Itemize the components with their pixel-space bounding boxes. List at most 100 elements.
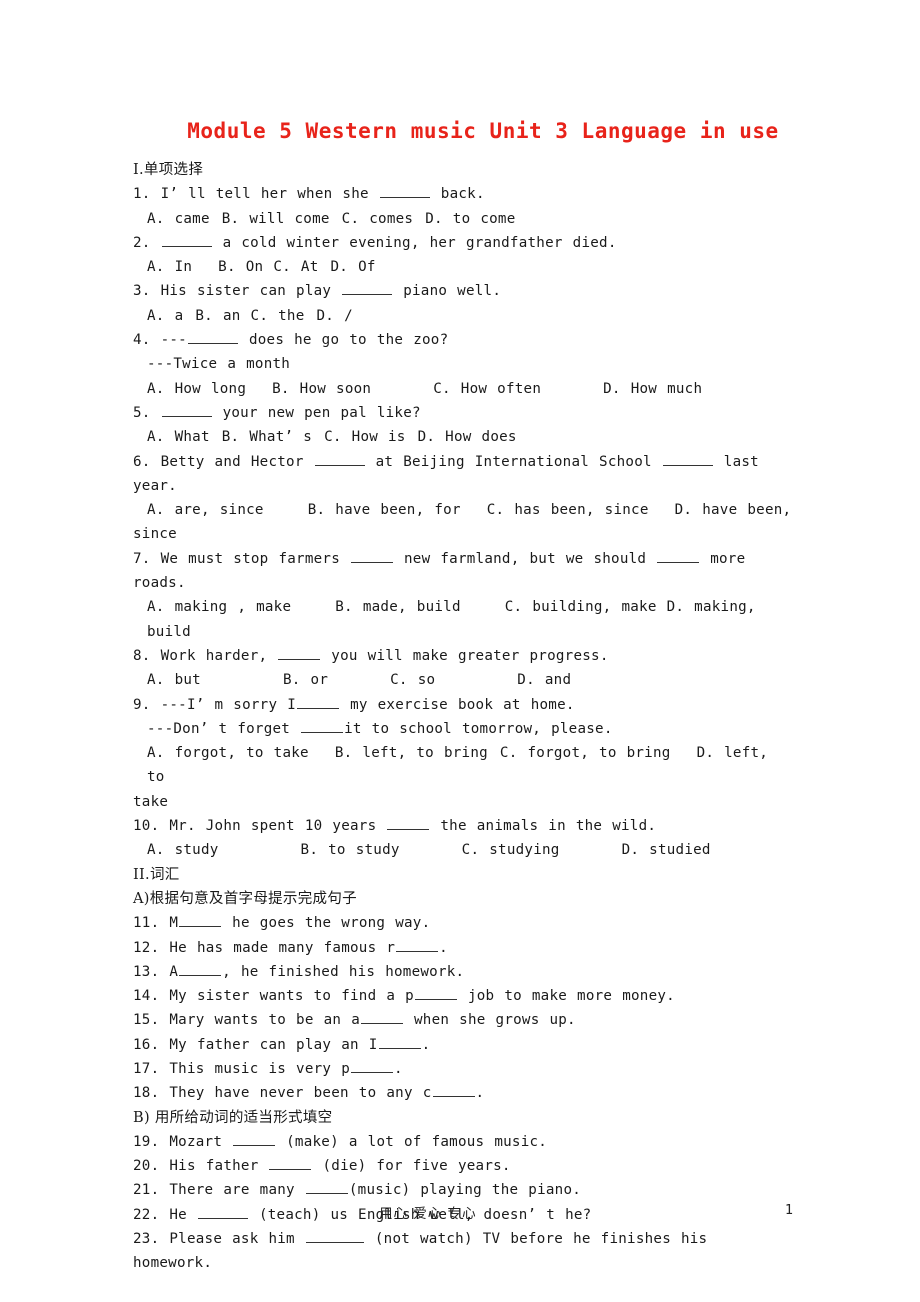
answer-blank[interactable]	[269, 1156, 312, 1171]
answer-blank[interactable]	[297, 694, 340, 709]
document-page: Module 5 Western music Unit 3 Language i…	[0, 0, 920, 1302]
q7-option-c[interactable]: C. building, make	[505, 599, 657, 615]
q9-option-a[interactable]: A. forgot, to take	[147, 745, 309, 761]
q8-option-d[interactable]: D. and	[517, 672, 571, 688]
q4-option-a[interactable]: A. How long	[147, 381, 246, 397]
answer-blank[interactable]	[379, 184, 430, 199]
q3-option-d[interactable]: D. /	[317, 308, 353, 324]
q10-stem-a: 10. Mr. John spent 10 years	[133, 818, 377, 835]
answer-blank[interactable]	[301, 719, 344, 733]
q10-option-b[interactable]: B. to study	[301, 842, 400, 858]
q13-stem-a: 13. A	[133, 963, 179, 980]
q12-stem-a: 12. He has made many famous r	[133, 939, 396, 956]
question-14: 14. My sister wants to find a p job to m…	[133, 984, 793, 1008]
question-10-stem: 10. Mr. John spent 10 years the animals …	[133, 814, 793, 838]
answer-blank[interactable]	[278, 646, 321, 660]
q5-option-b[interactable]: B. What’ s	[222, 429, 312, 445]
answer-blank[interactable]	[314, 452, 365, 466]
answer-blank[interactable]	[361, 1010, 403, 1025]
q14-stem-a: 14. My sister wants to find a p	[133, 988, 414, 1005]
q9-stem-d: it to school tomorrow, please.	[344, 720, 613, 737]
q8-stem-a: 8. Work harder,	[133, 647, 268, 664]
question-5-stem: 5. your new pen pal like?	[133, 401, 793, 425]
answer-blank[interactable]	[179, 962, 222, 976]
answer-blank[interactable]	[387, 816, 430, 831]
q17-stem-a: 17. This music is very p	[133, 1060, 350, 1077]
q21-stem-b: (music) playing the piano.	[348, 1182, 582, 1199]
q9-stem-c: ---Don’ t forget	[147, 720, 291, 737]
answer-blank[interactable]	[351, 1059, 393, 1073]
question-2-options: A. In B. On C. At D. Of	[133, 255, 793, 279]
question-8-options: A. but B. or C. so D. and	[133, 668, 793, 692]
answer-blank[interactable]	[305, 1229, 364, 1244]
q5-option-d[interactable]: D. How does	[418, 429, 517, 445]
q6-option-a[interactable]: A. are, since	[147, 502, 264, 518]
answer-blank[interactable]	[396, 937, 439, 952]
q20-stem-a: 20. His father	[133, 1158, 259, 1175]
answer-blank[interactable]	[432, 1083, 475, 1098]
q3-option-b[interactable]: B. an	[195, 308, 240, 324]
question-16: 16. My father can play an I.	[133, 1033, 793, 1057]
question-6-stem: 6. Betty and Hector at Beijing Internati…	[133, 450, 793, 499]
question-23: 23. Please ask him (not watch) TV before…	[133, 1227, 793, 1276]
answer-blank[interactable]	[414, 986, 457, 1001]
q1-option-d[interactable]: D. to come	[425, 211, 515, 227]
q9-option-b[interactable]: B. left, to bring	[335, 745, 488, 761]
q15-stem-b: when she grows up.	[414, 1012, 576, 1029]
q6-option-b[interactable]: B. have been, for	[308, 502, 461, 518]
q6-stem-b: at Beijing International School	[375, 453, 652, 470]
q3-option-a[interactable]: A. a	[147, 308, 183, 324]
answer-blank[interactable]	[351, 549, 394, 563]
q9-stem-a: 9. ---I’ m sorry I	[133, 696, 297, 713]
q8-option-b[interactable]: B. or	[283, 672, 328, 688]
q11-stem-a: 11. M	[133, 915, 179, 932]
question-10-options: A. study B. to study C. studying D. studied	[133, 838, 793, 862]
q9-option-c[interactable]: C. forgot, to bring	[500, 745, 671, 761]
question-4-options: A. How long B. How soon C. How often D. How…	[133, 377, 793, 401]
q4-option-c[interactable]: C. How often	[433, 381, 541, 397]
page-title: Module 5 Western music Unit 3 Language i…	[187, 119, 779, 143]
answer-blank[interactable]	[161, 403, 212, 417]
q4-option-b[interactable]: B. How soon	[272, 381, 371, 397]
q4-option-d[interactable]: D. How much	[603, 381, 702, 397]
answer-blank[interactable]	[662, 452, 713, 466]
question-1-stem: 1. I’ ll tell her when she back.	[133, 182, 793, 206]
answer-blank[interactable]	[378, 1035, 421, 1049]
question-3-options: A. a B. an C. the D. /	[133, 304, 793, 328]
answer-blank[interactable]	[187, 330, 238, 345]
page-number: 1	[784, 1202, 793, 1218]
answer-blank[interactable]	[161, 233, 212, 247]
q1-option-a[interactable]: A. came	[147, 211, 210, 227]
q5-option-a[interactable]: A. What	[147, 429, 210, 445]
q19-stem-a: 19. Mozart	[133, 1133, 223, 1150]
answer-blank[interactable]	[305, 1180, 348, 1195]
question-21: 21. There are many (music) playing the p…	[133, 1178, 793, 1202]
q2-option-b[interactable]: B. On	[218, 259, 263, 275]
q5-option-c[interactable]: C. How is	[324, 429, 406, 445]
q1-option-b[interactable]: B. will come	[222, 211, 330, 227]
q21-stem-a: 21. There are many	[133, 1182, 295, 1199]
answer-blank[interactable]	[179, 913, 222, 928]
question-2-stem: 2. a cold winter evening, her grandfathe…	[133, 231, 793, 255]
q3-option-c[interactable]: C. the	[251, 308, 305, 324]
question-4-answer-line: ---Twice a month	[147, 356, 291, 373]
answer-blank[interactable]	[233, 1132, 276, 1146]
answer-blank[interactable]	[657, 549, 700, 563]
q2-option-c[interactable]: C. At	[273, 259, 318, 275]
q10-option-c[interactable]: C. studying	[462, 842, 560, 858]
q8-option-c[interactable]: C. so	[390, 672, 435, 688]
q10-option-a[interactable]: A. study	[147, 842, 219, 858]
q10-option-d[interactable]: D. studied	[622, 842, 711, 858]
q1-stem-b: back.	[440, 186, 485, 203]
q7-option-a[interactable]: A. making , make	[147, 599, 291, 615]
q20-stem-b: (die) for five years.	[322, 1158, 511, 1175]
q2-option-a[interactable]: A. In	[147, 259, 192, 275]
q8-option-a[interactable]: A. but	[147, 672, 201, 688]
question-7-options: A. making , make B. made, build C. buildin…	[133, 595, 793, 644]
q7-option-b[interactable]: B. made, build	[335, 599, 460, 615]
q6-option-c[interactable]: C. has been, since	[487, 502, 649, 518]
q1-option-c[interactable]: C. comes	[342, 211, 414, 227]
q6-option-d[interactable]: D. have been,	[675, 502, 792, 518]
q2-option-d[interactable]: D. Of	[331, 259, 376, 275]
answer-blank[interactable]	[342, 281, 393, 296]
